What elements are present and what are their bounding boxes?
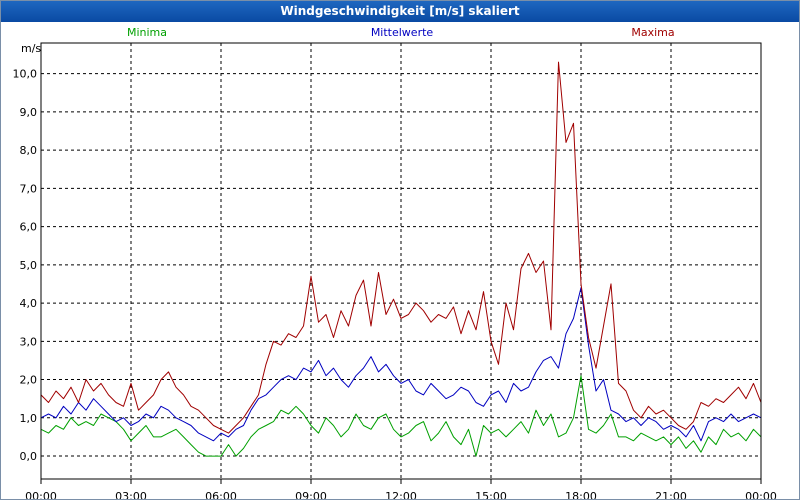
x-tick-time-label: 12:00: [385, 490, 417, 499]
y-tick-label: 3,0: [20, 335, 38, 348]
x-tick-time-label: 21:00: [655, 490, 687, 499]
x-tick-time-label: 03:00: [115, 490, 147, 499]
y-tick-label: 6,0: [20, 221, 38, 234]
y-axis-unit-label: m/s: [21, 42, 41, 55]
grid: [41, 43, 761, 479]
x-tick-time-label: 00:00: [25, 490, 57, 499]
legend: Minima Mittelwerte Maxima: [127, 26, 675, 39]
y-tick-label: 0,0: [20, 450, 38, 463]
y-tick-label: 4,0: [20, 297, 38, 310]
x-axis-ticks: 00:0018.05.1703:0018.05.1706:0018.05.170…: [25, 479, 777, 499]
y-tick-label: 5,0: [20, 259, 38, 272]
y-tick-label: 8,0: [20, 144, 38, 157]
x-tick-time-label: 06:00: [205, 490, 237, 499]
line-chart: m/s 0,0 1,0 2,0 3,0 4,0 5,0 6,0 7,0 8,0 9,0 10,0 0…: [13, 26, 777, 499]
x-tick-time-label: 00:00: [745, 490, 777, 499]
x-tick-time-label: 09:00: [295, 490, 327, 499]
chart-window: Windgeschwindigkeit [m/s] skaliert m/s 0…: [0, 0, 800, 500]
y-tick-label: 1,0: [20, 412, 38, 425]
legend-item-max: Maxima: [631, 26, 674, 39]
y-tick-label: 7,0: [20, 182, 38, 195]
window-title: Windgeschwindigkeit [m/s] skaliert: [1, 1, 799, 22]
legend-item-min: Minima: [127, 26, 167, 39]
x-tick-time-label: 15:00: [475, 490, 507, 499]
x-tick-time-label: 18:00: [565, 490, 597, 499]
y-tick-label: 10,0: [13, 68, 38, 81]
y-axis-ticks: 0,0 1,0 2,0 3,0 4,0 5,0 6,0 7,0 8,0 9,0 10,0: [13, 68, 38, 463]
y-tick-label: 2,0: [20, 374, 38, 387]
legend-item-mean: Mittelwerte: [371, 26, 434, 39]
y-tick-label: 9,0: [20, 106, 38, 119]
